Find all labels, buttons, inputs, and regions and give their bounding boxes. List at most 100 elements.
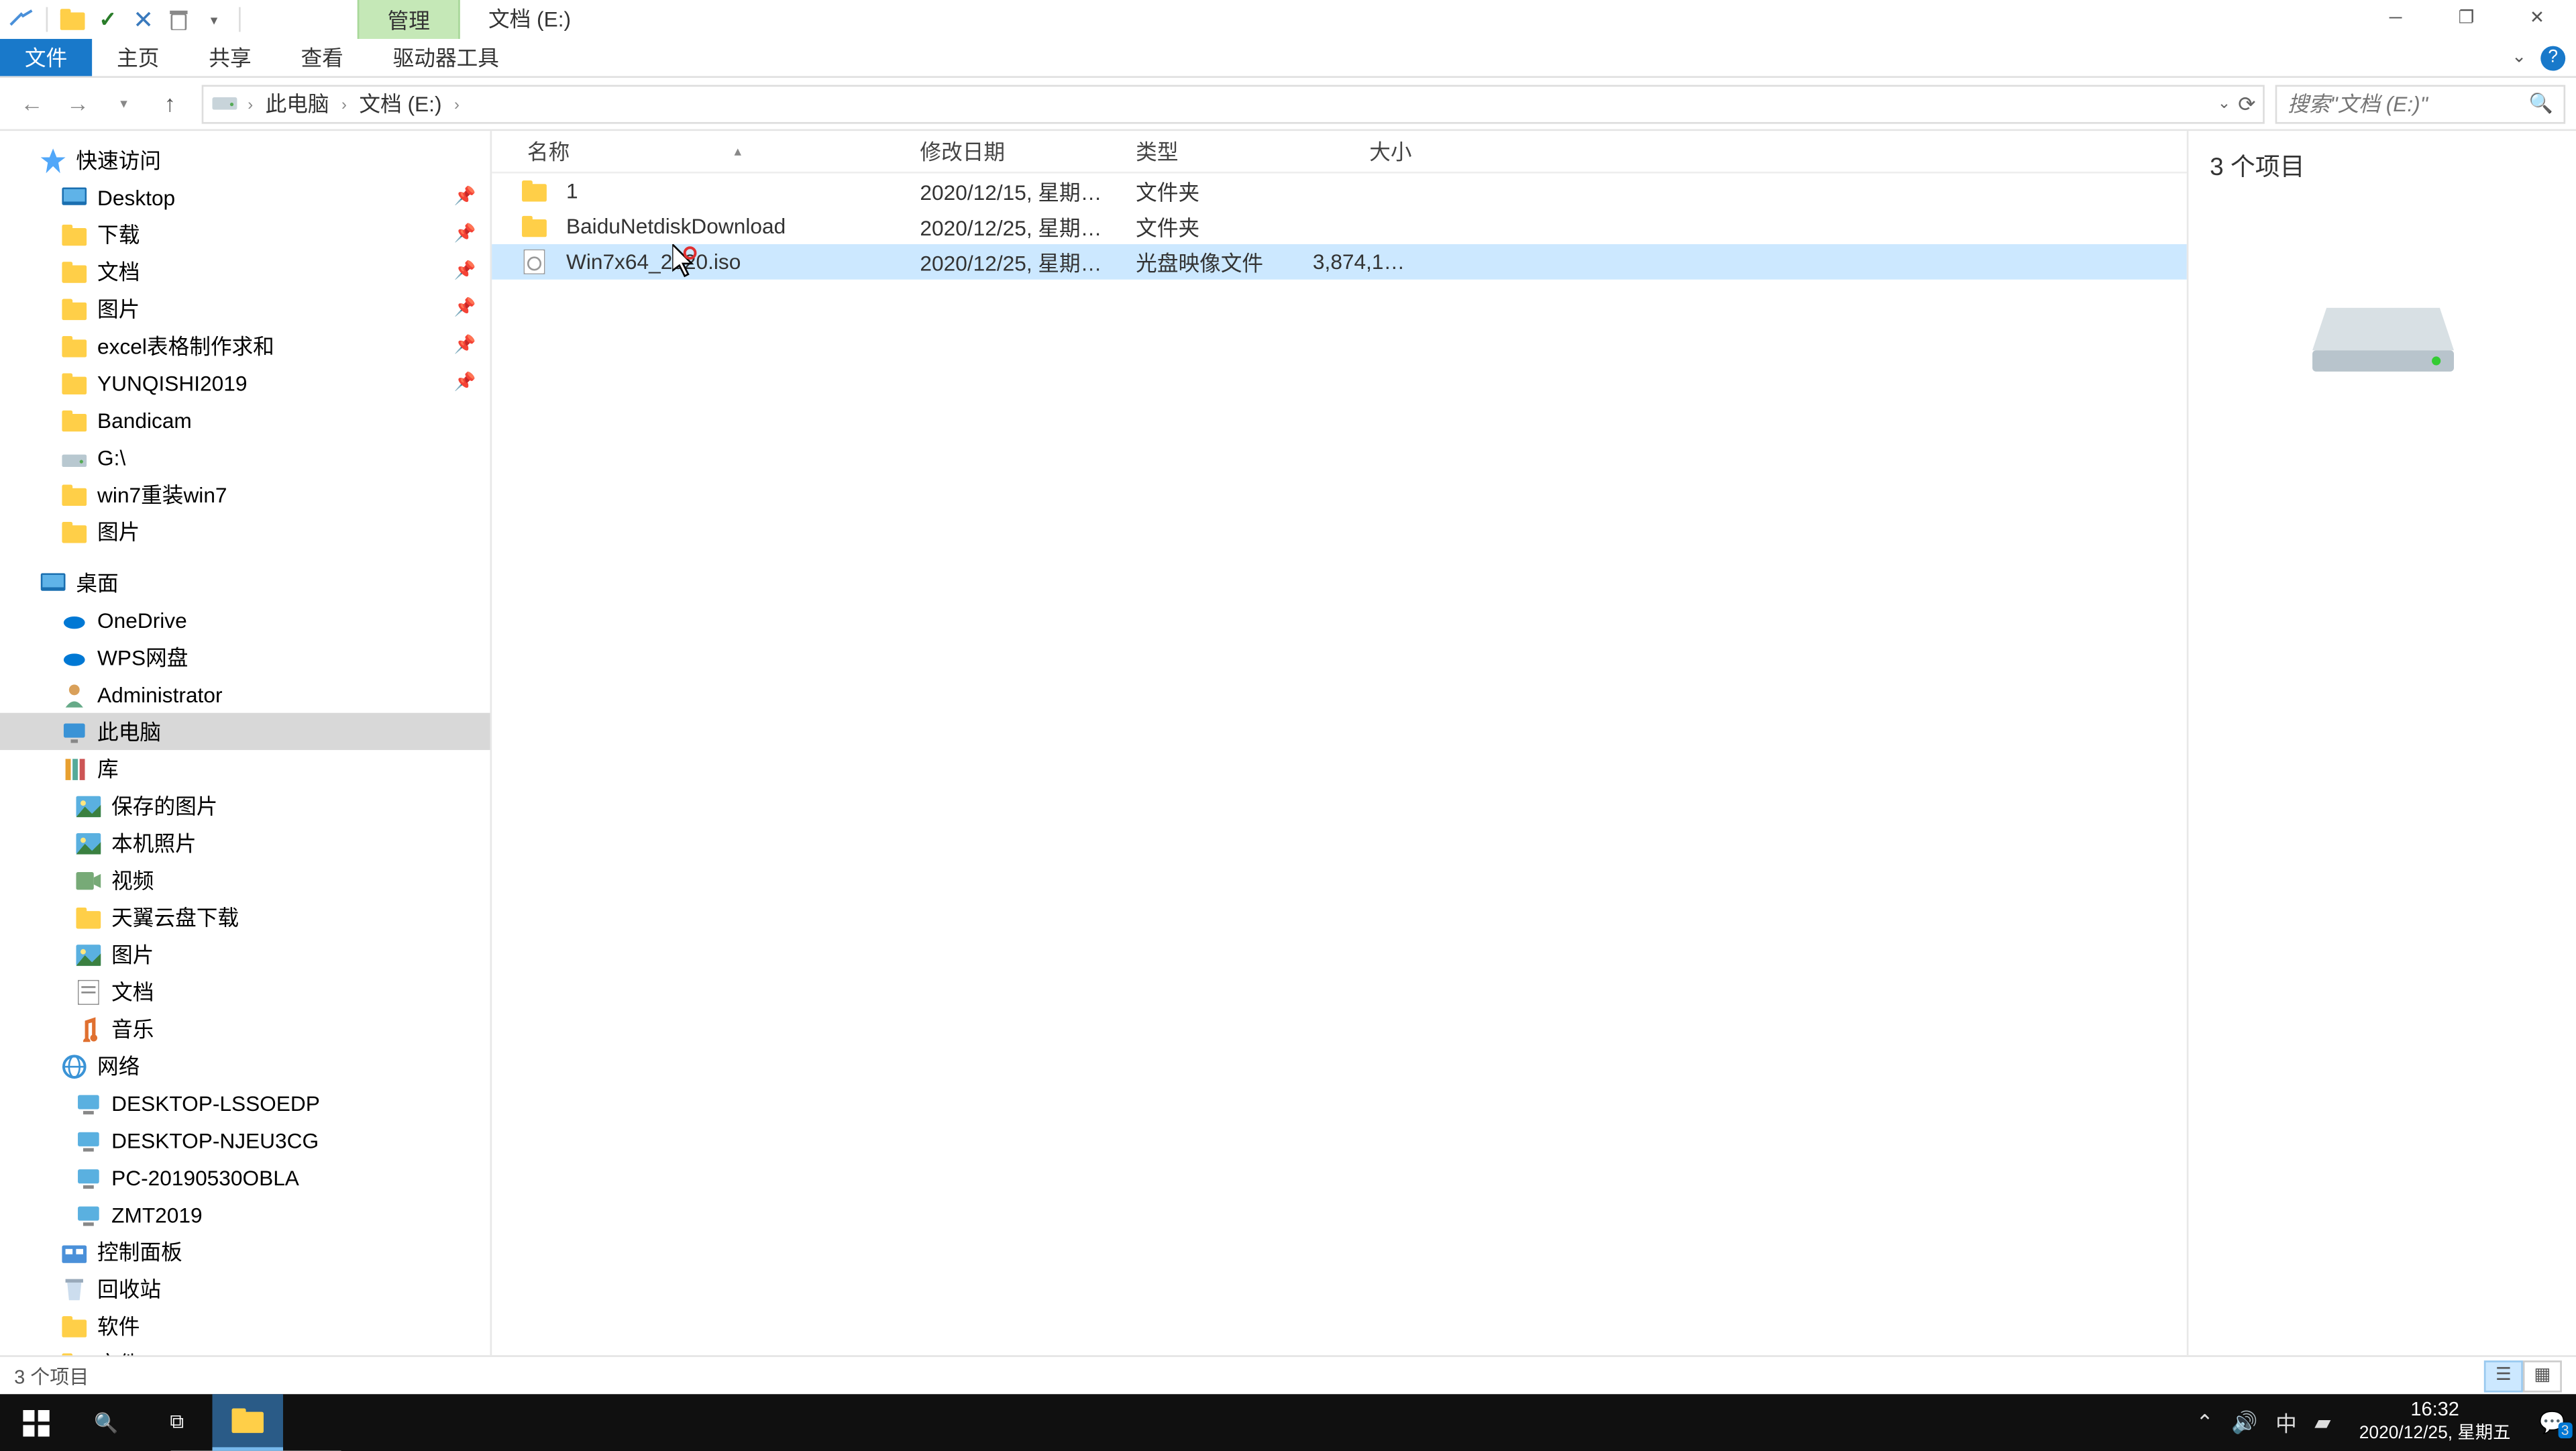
tree-item[interactable]: WPS网盘 [0, 639, 490, 676]
breadcrumb[interactable]: › 此电脑 › 文档 (E:) › ⌄ ⟳ [202, 84, 2265, 123]
tree-item[interactable]: win7重装win7 [0, 476, 490, 513]
tree-item[interactable]: 库 [0, 750, 490, 787]
tray-app-icon[interactable]: ▰ [2314, 1410, 2330, 1435]
task-view-button[interactable]: ⧉ [142, 1394, 212, 1450]
search-box[interactable]: 🔍 [2275, 84, 2566, 123]
tree-item[interactable]: 本机照片 [0, 824, 490, 861]
maximize-button[interactable]: ❐ [2431, 0, 2502, 36]
tree-item[interactable]: 下载📌 [0, 216, 490, 253]
tree-item[interactable]: 文档 [0, 973, 490, 1010]
system-tray[interactable]: ⌃ 🔊 中 ▰ 16:32 2020/12/25, 星期五 💬3 [2186, 1394, 2576, 1450]
minimize-button[interactable]: ─ [2360, 0, 2430, 36]
iso-icon [520, 248, 548, 276]
tree-item[interactable]: PC-20190530OBLA [0, 1159, 490, 1195]
tree-item[interactable]: YUNQISHI2019📌 [0, 364, 490, 401]
tree-item[interactable]: 文件 [0, 1344, 490, 1355]
tree-item[interactable]: 软件 [0, 1307, 490, 1344]
view-thumbnails-button[interactable]: ▦ [2523, 1360, 2562, 1391]
chevron-right-icon[interactable]: › [449, 95, 465, 112]
user-icon [60, 680, 89, 708]
file-list[interactable]: 名称▴ 修改日期 类型 大小 12020/12/15, 星期二 1...文件夹B… [492, 131, 2187, 1355]
search-icon[interactable]: 🔍 [2529, 92, 2553, 115]
explorer-button[interactable] [212, 1394, 282, 1450]
tree-quick-access[interactable]: 快速访问 [0, 142, 490, 178]
tree-item[interactable]: 控制面板 [0, 1233, 490, 1270]
breadcrumb-item[interactable]: 此电脑 [262, 89, 333, 119]
tree-item[interactable]: 保存的图片 [0, 788, 490, 824]
chevron-right-icon[interactable]: › [336, 95, 352, 112]
file-row[interactable]: 12020/12/15, 星期二 1...文件夹 [492, 173, 2187, 209]
ime-indicator[interactable]: 中 [2275, 1407, 2297, 1438]
tree-item[interactable]: 图片📌 [0, 290, 490, 327]
breadcrumb-item[interactable]: 文档 (E:) [356, 89, 445, 119]
tree-item[interactable]: DESKTOP-LSSOEDP [0, 1085, 490, 1122]
folder-icon [60, 517, 89, 545]
folder-icon[interactable] [58, 5, 87, 34]
tree-desktop-root[interactable]: 桌面 [0, 564, 490, 601]
cloud-icon [60, 606, 89, 634]
delete-icon[interactable] [164, 5, 193, 34]
ribbon-tab-share[interactable]: 共享 [184, 39, 276, 76]
tree-item[interactable]: 天翼云盘下载 [0, 899, 490, 936]
tree-item[interactable]: DESKTOP-NJEU3CG [0, 1122, 490, 1159]
clock[interactable]: 16:32 2020/12/25, 星期五 [2349, 1400, 2521, 1444]
nav-history-dropdown[interactable]: ▾ [103, 83, 145, 125]
tree-item[interactable]: 视频 [0, 861, 490, 898]
search-input[interactable] [2288, 91, 2553, 116]
help-button[interactable]: ? [2540, 45, 2565, 70]
dropdown-icon[interactable]: ▾ [200, 5, 228, 34]
dropdown-icon[interactable]: ⌄ [2218, 94, 2231, 113]
action-center-icon[interactable]: 💬3 [2539, 1410, 2565, 1435]
close-icon[interactable]: ✕ [129, 5, 158, 34]
pic2-icon [74, 941, 103, 969]
nav-up-button[interactable]: ↑ [149, 83, 191, 125]
app-icon[interactable] [7, 5, 36, 34]
nav-forward-button[interactable]: → [56, 83, 99, 125]
refresh-icon[interactable]: ⟳ [2238, 91, 2256, 116]
tree-item[interactable]: Administrator [0, 676, 490, 712]
tree-item[interactable]: 网络 [0, 1047, 490, 1084]
tree-item[interactable]: G:\ [0, 439, 490, 476]
pin-icon: 📌 [454, 336, 476, 356]
navbar: ← → ▾ ↑ › 此电脑 › 文档 (E:) › ⌄ ⟳ 🔍 [0, 78, 2576, 131]
tree-item[interactable]: ZMT2019 [0, 1196, 490, 1233]
folder-icon [60, 1349, 89, 1355]
file-row[interactable]: BaiduNetdiskDownload2020/12/25, 星期五 1...… [492, 209, 2187, 244]
ribbon-expand-icon[interactable]: ⌄ [2512, 48, 2526, 67]
tray-overflow-icon[interactable]: ⌃ [2196, 1410, 2214, 1435]
nav-back-button[interactable]: ← [11, 83, 53, 125]
ribbon-tab-drivetools[interactable]: 驱动器工具 [368, 39, 524, 76]
file-row[interactable]: Win7x64_2020.iso2020/12/25, 星期五 1...光盘映像… [492, 244, 2187, 280]
tree-item[interactable]: 回收站 [0, 1271, 490, 1307]
tree-item[interactable]: OneDrive [0, 602, 490, 639]
check-icon[interactable]: ✓ [94, 5, 122, 34]
column-type[interactable]: 类型 [1129, 136, 1306, 166]
netpc-icon [74, 1126, 103, 1154]
start-button[interactable] [0, 1394, 70, 1450]
tree-item[interactable]: Desktop📌 [0, 178, 490, 215]
volume-icon[interactable]: 🔊 [2231, 1410, 2257, 1435]
column-date[interactable]: 修改日期 [913, 136, 1129, 166]
close-button[interactable]: ✕ [2502, 0, 2572, 36]
tree-item[interactable]: 图片 [0, 936, 490, 973]
pic2-icon [74, 792, 103, 820]
ribbon-tab-file[interactable]: 文件 [0, 39, 92, 76]
tree-item[interactable]: Bandicam [0, 402, 490, 439]
tree-item[interactable]: excel表格制作求和📌 [0, 327, 490, 364]
tree-item[interactable]: 文档📌 [0, 253, 490, 290]
mus-icon [74, 1015, 103, 1043]
ribbon-tab-home[interactable]: 主页 [92, 39, 184, 76]
view-details-button[interactable]: ☰ [2484, 1360, 2523, 1391]
column-size[interactable]: 大小 [1305, 136, 1419, 166]
drive-icon [211, 89, 239, 117]
tree-item[interactable]: 音乐 [0, 1010, 490, 1047]
search-button[interactable]: 🔍 [70, 1394, 141, 1450]
tree-item[interactable]: 此电脑 [0, 713, 490, 750]
navigation-tree[interactable]: 快速访问 Desktop📌下载📌文档📌图片📌excel表格制作求和📌YUNQIS… [0, 131, 492, 1355]
tree-item[interactable]: 图片 [0, 513, 490, 550]
column-headers[interactable]: 名称▴ 修改日期 类型 大小 [492, 131, 2187, 173]
column-name[interactable]: 名称▴ [520, 136, 912, 166]
ribbon-tab-view[interactable]: 查看 [276, 39, 368, 76]
chevron-right-icon[interactable]: › [242, 95, 258, 112]
context-tab-manage[interactable]: 管理 [358, 0, 460, 39]
